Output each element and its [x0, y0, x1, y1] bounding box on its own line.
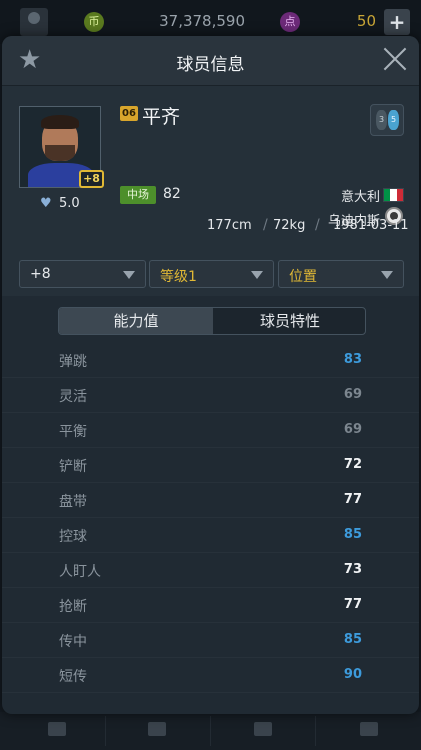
- ability-value: 90: [343, 667, 362, 682]
- filter-bar: +8 等级1 位置: [2, 246, 419, 296]
- enhance-dropdown[interactable]: +8: [19, 260, 146, 288]
- italy-flag-icon: [383, 188, 404, 202]
- ability-value: 83: [343, 352, 362, 367]
- chevron-down-icon: [123, 271, 135, 279]
- season-badge: 06: [120, 106, 138, 121]
- ability-name: 抢断: [59, 599, 87, 615]
- ability-row: 平衡 69: [2, 413, 419, 448]
- ability-name: 短传: [59, 669, 87, 685]
- ability-name: 铲断: [59, 459, 87, 475]
- ability-value: 72: [343, 457, 362, 472]
- nation-name: 意大利: [340, 190, 380, 205]
- player-info-dialog: ★ 球员信息 06 平齐 3 5 中场 82 意大利 乌迪内斯 +8 ♥ 5.0…: [2, 36, 419, 714]
- manager-avatar-icon[interactable]: [20, 8, 48, 36]
- nav-settings-icon[interactable]: [360, 722, 378, 736]
- ability-row: 弹跳 83: [2, 343, 419, 378]
- ability-row: 传中 85: [2, 623, 419, 658]
- tab-ability[interactable]: 能力值: [59, 308, 213, 334]
- ability-row: 人盯人 73: [2, 553, 419, 588]
- ability-row: 灵活 69: [2, 378, 419, 413]
- ability-value: 69: [343, 387, 362, 402]
- position-badge: 中场: [120, 186, 156, 204]
- ability-name: 控球: [59, 529, 87, 545]
- enhance-dropdown-label: +8: [30, 266, 51, 282]
- level-dropdown-label: 等级1: [160, 269, 197, 285]
- dialog-title: 球员信息: [176, 55, 245, 75]
- player-weight: 72kg: [273, 218, 306, 233]
- heart-icon: ♥: [40, 196, 52, 211]
- coin-balance: 37,378,590: [159, 12, 245, 30]
- ability-value: 77: [343, 492, 362, 507]
- foot-ability-icon: 3 5: [370, 104, 404, 136]
- ability-row: 控球 85: [2, 518, 419, 553]
- add-points-button[interactable]: +: [384, 9, 410, 35]
- tab-traits[interactable]: 球员特性: [213, 308, 365, 334]
- ability-row: 短传 90: [2, 658, 419, 693]
- coin-icon: 币: [84, 12, 104, 32]
- ability-row: 盘带 77: [2, 483, 419, 518]
- nav-divider: [210, 716, 211, 746]
- player-rating: 5.0: [59, 196, 80, 211]
- ability-value: 73: [343, 562, 362, 577]
- player-name: 平齐: [142, 106, 181, 128]
- nav-home-icon[interactable]: [48, 722, 66, 736]
- ability-row: 铲断 72: [2, 448, 419, 483]
- enhance-level-badge: +8: [79, 170, 104, 188]
- position-rating: 82: [163, 186, 181, 202]
- ability-value: 69: [343, 422, 362, 437]
- ability-name: 平衡: [59, 424, 87, 440]
- point-icon: 点: [280, 12, 300, 32]
- chevron-down-icon: [381, 271, 393, 279]
- separator: /: [263, 217, 268, 233]
- nav-divider: [315, 716, 316, 746]
- info-tabs: 能力值 球员特性: [58, 307, 366, 335]
- player-height: 177cm: [207, 218, 252, 233]
- dialog-header: ★ 球员信息: [2, 36, 419, 86]
- ability-name: 灵活: [59, 389, 87, 405]
- point-balance: 50: [356, 12, 376, 30]
- nav-search-icon[interactable]: [254, 722, 272, 736]
- ability-name: 人盯人: [59, 564, 101, 580]
- strong-foot-value: 5: [388, 110, 399, 130]
- position-dropdown-label: 位置: [289, 269, 317, 285]
- ability-row: 抢断 77: [2, 588, 419, 623]
- ability-name: 传中: [59, 634, 87, 650]
- player-birthdate: 1981-03-11: [333, 218, 409, 233]
- close-icon[interactable]: [382, 46, 408, 72]
- position-dropdown[interactable]: 位置: [278, 260, 404, 288]
- ability-value: 77: [343, 597, 362, 612]
- level-dropdown[interactable]: 等级1: [149, 260, 274, 288]
- ability-value: 85: [343, 527, 362, 542]
- chevron-down-icon: [251, 271, 263, 279]
- ability-name: 弹跳: [59, 354, 87, 370]
- ability-name: 盘带: [59, 494, 87, 510]
- separator: /: [315, 217, 320, 233]
- nav-divider: [105, 716, 106, 746]
- ability-value: 85: [343, 632, 362, 647]
- weak-foot-value: 3: [376, 110, 387, 130]
- nav-upload-icon[interactable]: [148, 722, 166, 736]
